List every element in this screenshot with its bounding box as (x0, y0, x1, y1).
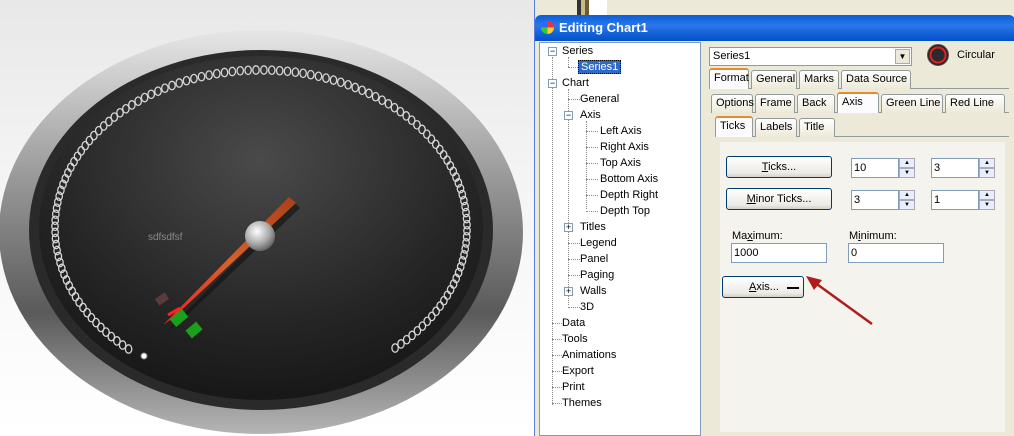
editor-right-pane: Series1 ▼ Circular Format General Marks … (706, 42, 1014, 436)
max-label-pre: Ma (732, 230, 748, 242)
spin-up-icon[interactable]: ▲ (979, 158, 995, 168)
ticks-button[interactable]: Ticks... (726, 156, 832, 178)
minor-ticks-count-value[interactable]: 1 (931, 190, 979, 210)
axis-button-post: xis... (756, 281, 779, 293)
tree-item-paging[interactable]: Paging (580, 267, 614, 283)
tree-item-series1-label: Series1 (578, 60, 622, 74)
ticks-width-value[interactable]: 3 (931, 158, 979, 178)
minor-ticks-length-stepper[interactable]: 3 ▲ ▼ (851, 190, 915, 210)
tree-item-depth-top[interactable]: Depth Top (600, 203, 650, 219)
minor-ticks-button[interactable]: Minor Ticks... (726, 188, 832, 210)
min-label-post: nimum: (860, 230, 897, 242)
spin-down-icon[interactable]: ▼ (979, 168, 995, 178)
tree-item-chart[interactable]: Chart (562, 75, 589, 91)
tab-axis[interactable]: Axis (837, 92, 879, 113)
tree-item-animations[interactable]: Animations (562, 347, 616, 363)
spin-up-icon[interactable]: ▲ (979, 190, 995, 200)
tree-item-top-axis[interactable]: Top Axis (600, 155, 641, 171)
min-label-pre: M (849, 230, 859, 242)
maximum-input[interactable]: 1000 (731, 243, 827, 263)
tree-item-tools[interactable]: Tools (562, 331, 588, 347)
tab-labels[interactable]: Labels (755, 118, 797, 137)
tree-view[interactable]: − Series Series1 − Chart General − Axis … (539, 42, 701, 436)
ticks-width-stepper[interactable]: 3 ▲ ▼ (931, 158, 995, 178)
tab-ticks[interactable]: Ticks (715, 116, 753, 137)
spin-up-icon[interactable]: ▲ (899, 158, 915, 168)
tree-item-axis[interactable]: Axis (580, 107, 601, 123)
expand-icon[interactable]: + (564, 223, 573, 232)
tab-data-source[interactable]: Data Source (841, 70, 911, 89)
collapse-icon[interactable]: − (548, 79, 557, 88)
minor-ticks-count-stepper[interactable]: 1 ▲ ▼ (931, 190, 995, 210)
gauge-chart: sdfsdfsf (0, 30, 523, 434)
tab-general[interactable]: General (751, 70, 797, 89)
window-stripe (577, 0, 607, 15)
tree-item-left-axis[interactable]: Left Axis (600, 123, 642, 139)
expand-icon[interactable]: + (564, 287, 573, 296)
editor-window: Editing Chart1 − Series Series1 − Chart … (534, 0, 1014, 436)
ticks-length-stepper[interactable]: 10 ▲ ▼ (851, 158, 915, 178)
tree-item-export[interactable]: Export (562, 363, 594, 379)
tree-item-panel[interactable]: Panel (580, 251, 608, 267)
maximum-label: Maximum: (732, 230, 783, 242)
tree-item-3d[interactable]: 3D (580, 299, 594, 315)
chart-app-icon (541, 21, 554, 34)
tree-item-bottom-axis[interactable]: Bottom Axis (600, 171, 658, 187)
tree-item-print[interactable]: Print (562, 379, 585, 395)
tab-options[interactable]: Options (711, 94, 754, 113)
tree-item-titles[interactable]: Titles (580, 219, 606, 235)
gauge-label: sdfsdfsf (148, 232, 183, 243)
chevron-down-icon[interactable]: ▼ (895, 49, 910, 64)
minimum-label: Minimum: (849, 230, 897, 242)
minor-button-hotkey: M (746, 193, 756, 205)
max-label-post: imum: (752, 230, 783, 242)
title-bar[interactable]: Editing Chart1 (535, 15, 1014, 41)
window-title: Editing Chart1 (559, 20, 648, 35)
tab-format[interactable]: Format (709, 68, 749, 89)
minor-ticks-length-value[interactable]: 3 (851, 190, 899, 210)
series-select-value: Series1 (713, 50, 751, 62)
tree-item-series[interactable]: Series (562, 43, 593, 59)
tree-item-right-axis[interactable]: Right Axis (600, 139, 649, 155)
tree-item-themes[interactable]: Themes (562, 395, 602, 411)
tab-green-line[interactable]: Green Line (881, 94, 943, 113)
minimum-input[interactable]: 0 (848, 243, 944, 263)
tree-item-general[interactable]: General (580, 91, 619, 107)
spin-down-icon[interactable]: ▼ (899, 168, 915, 178)
spin-up-icon[interactable]: ▲ (899, 190, 915, 200)
axis-pen-button[interactable]: Axis... (722, 276, 804, 298)
tab-back[interactable]: Back (797, 94, 835, 113)
tab-title[interactable]: Title (799, 118, 835, 137)
circular-gauge-icon[interactable] (927, 44, 949, 66)
series-select[interactable]: Series1 ▼ (709, 47, 912, 66)
collapse-icon[interactable]: − (548, 47, 557, 56)
collapse-icon[interactable]: − (564, 111, 573, 120)
ticks-length-value[interactable]: 10 (851, 158, 899, 178)
minor-button-post: inor Ticks... (755, 193, 812, 205)
ticks-panel: Ticks... 10 ▲ ▼ 3 ▲ ▼ Minor Ticks... 3 ▲ ▼ … (720, 142, 1005, 432)
spin-down-icon[interactable]: ▼ (979, 200, 995, 210)
ticks-button-post: icks... (768, 161, 797, 173)
tree-item-depth-right[interactable]: Depth Right (600, 187, 658, 203)
tree-item-legend[interactable]: Legend (580, 235, 617, 251)
tree-item-data[interactable]: Data (562, 315, 585, 331)
pen-line-icon (787, 287, 799, 289)
tab-red-line[interactable]: Red Line (945, 94, 1005, 113)
tab-marks[interactable]: Marks (799, 70, 839, 89)
spin-down-icon[interactable]: ▼ (899, 200, 915, 210)
gauge-hub (245, 221, 275, 251)
tree-item-series1[interactable]: Series1 (578, 59, 622, 75)
gauge-preview: sdfsdfsf (0, 0, 534, 436)
series-type-label: Circular (957, 49, 995, 61)
tree-item-walls[interactable]: Walls (580, 283, 606, 299)
annotation-arrow-icon (806, 276, 873, 326)
gauge-marker (140, 352, 148, 360)
tab-frame[interactable]: Frame (755, 94, 795, 113)
